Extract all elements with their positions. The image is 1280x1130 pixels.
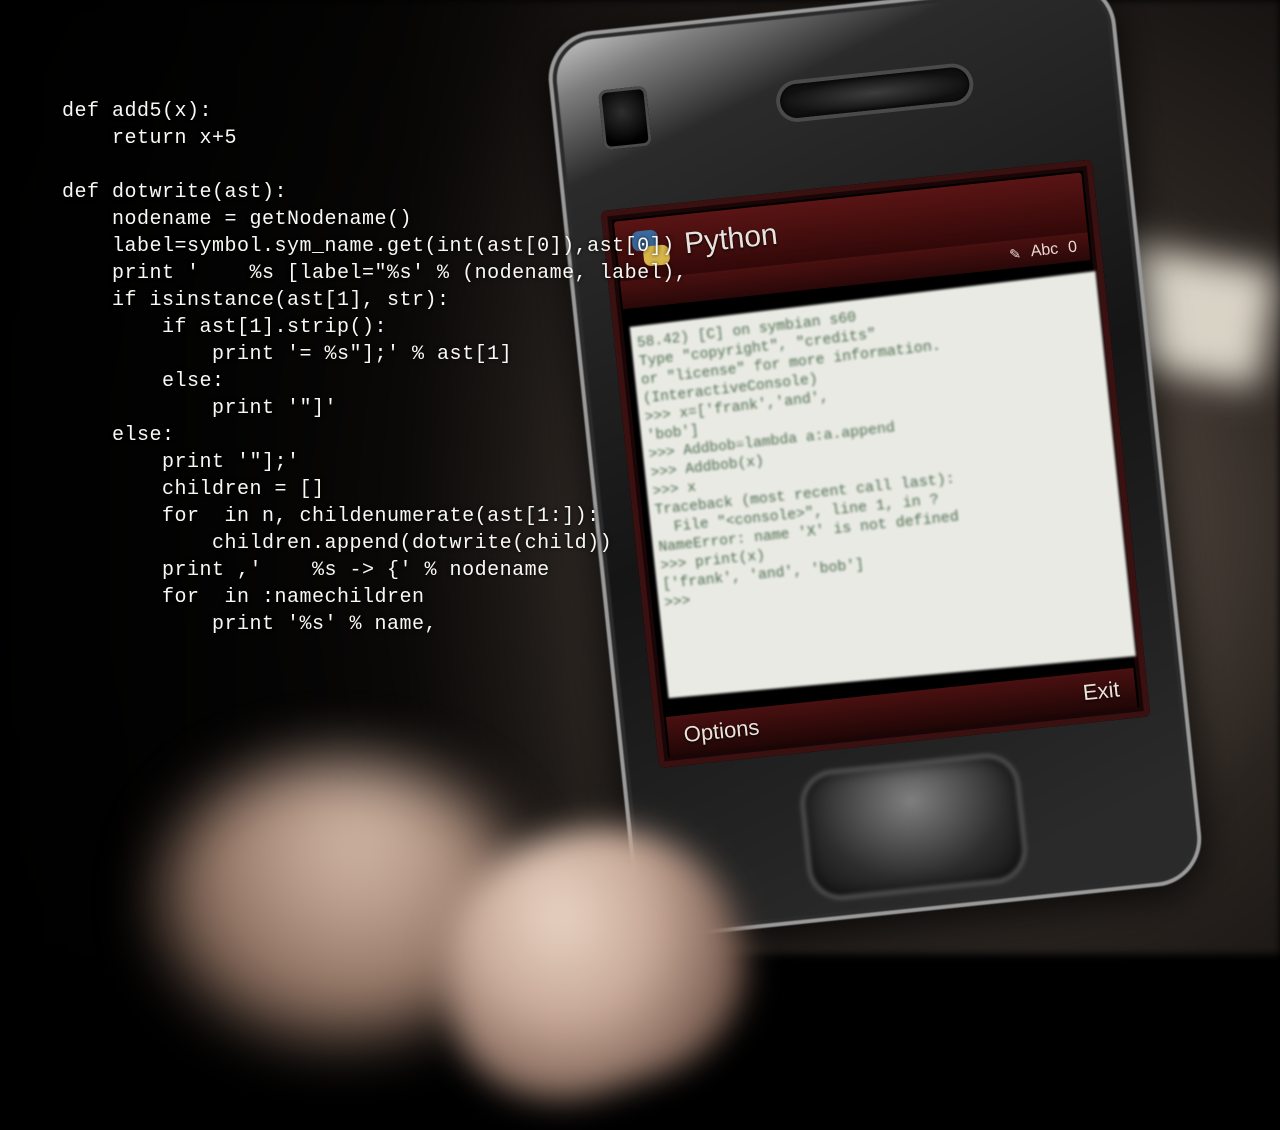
edit-icon: ✎ bbox=[1008, 245, 1021, 263]
softkey-exit[interactable]: Exit bbox=[1082, 676, 1121, 706]
overlay-code-text: def add5(x): return x+5 def dotwrite(ast… bbox=[62, 98, 687, 638]
app-title: Python bbox=[683, 218, 779, 262]
phone-keypad[interactable] bbox=[797, 751, 1029, 903]
softkey-options[interactable]: Options bbox=[682, 714, 760, 748]
char-count: 0 bbox=[1067, 238, 1078, 257]
input-mode: Abc bbox=[1030, 240, 1059, 261]
python-console[interactable]: 58.42) [C] on symbian s60 Type "copyrigh… bbox=[630, 271, 1136, 698]
